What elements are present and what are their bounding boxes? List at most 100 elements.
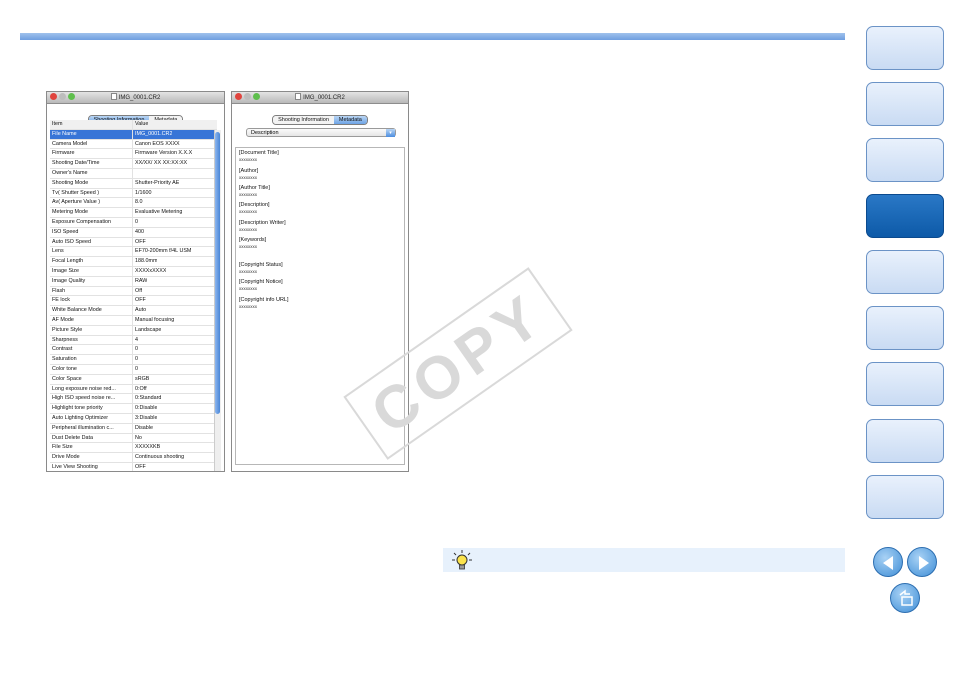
nav-tab-7[interactable] [866, 362, 944, 406]
metadata-field-label: [Keywords] [239, 237, 267, 243]
shooting-info-window: IMG_0001.CR2 Shooting Information Metada… [46, 91, 225, 472]
metadata-field-value[interactable]: xxxxxxxx [239, 209, 257, 214]
table-row[interactable]: AF Mode Manual focusing [50, 315, 217, 326]
table-row[interactable]: Dust Delete Data No [50, 433, 217, 444]
table-row[interactable]: Lens EF70-200mm f/4L USM [50, 247, 217, 258]
row-value-cell: Landscape [135, 326, 162, 333]
nav-tab-6[interactable] [866, 306, 944, 350]
table-row[interactable]: Focal Length 188.0mm [50, 257, 217, 267]
table-row[interactable]: FE lock OFF [50, 296, 217, 307]
nav-tab-1[interactable] [866, 26, 944, 70]
row-value-cell: Disable [135, 424, 153, 431]
row-value-cell: Auto [135, 307, 147, 314]
table-row[interactable]: Metering Mode Evaluative Metering [50, 208, 217, 218]
nav-tab-8[interactable] [866, 419, 944, 463]
metadata-field-value[interactable]: xxxxxxxx [239, 157, 257, 162]
row-item-cell: High ISO speed noise re... [50, 394, 133, 404]
nav-tab-5[interactable] [866, 250, 944, 294]
row-value-cell: XXXXXKB [135, 444, 161, 451]
table-row[interactable]: Shooting Date/Time XX/XX/ XX XX:XX:XX [50, 159, 217, 169]
table-row[interactable]: Image Size XXXXxXXXX [50, 266, 217, 277]
row-item-cell: Live View Shooting [50, 462, 133, 471]
table-row[interactable]: Shooting Mode Shutter-Priority AE [50, 178, 217, 189]
metadata-category-select[interactable]: Description ▾ [246, 128, 396, 137]
table-row[interactable]: Sharpness 4 [50, 335, 217, 346]
return-button[interactable] [890, 583, 920, 613]
table-row[interactable]: Firmware Firmware Version X.X.X [50, 149, 217, 160]
table-row[interactable]: Long exposure noise red... 0:Off [50, 384, 217, 395]
table-row[interactable]: Color Space sRGB [50, 374, 217, 385]
metadata-field-value[interactable]: xxxxxxxx [239, 175, 257, 180]
row-value-cell: 0:Disable [135, 405, 158, 412]
window-title: IMG_0001.CR2 [232, 93, 408, 101]
tab-metadata[interactable]: Metadata [333, 116, 367, 124]
table-row[interactable]: Av( Aperture Value ) 8.0 [50, 198, 217, 209]
column-header-item[interactable]: Item [50, 120, 133, 129]
table-row[interactable]: Image Quality RAW [50, 276, 217, 287]
table-row[interactable]: Picture Style Landscape [50, 325, 217, 336]
table-row[interactable]: Owner's Name [50, 168, 217, 179]
row-value-cell: sRGB [135, 375, 150, 382]
table-row[interactable]: Live View Shooting OFF [50, 462, 217, 471]
arrow-left-icon [883, 556, 893, 570]
column-header-value[interactable]: Value [133, 120, 148, 129]
document-icon [110, 93, 117, 100]
table-row[interactable]: File Name IMG_0001.CR2 [50, 129, 217, 140]
table-row[interactable]: File Size XXXXXKB [50, 443, 217, 454]
scrollbar-thumb[interactable] [215, 132, 220, 414]
row-item-cell: Firmware [50, 149, 133, 159]
metadata-field-label: [Author Title] [239, 185, 270, 191]
row-item-cell: Image Size [50, 266, 133, 276]
row-item-cell: Av( Aperture Value ) [50, 198, 133, 208]
window-title: IMG_0001.CR2 [47, 93, 224, 101]
nav-tab-4-active[interactable] [866, 194, 944, 238]
table-row[interactable]: White Balance Mode Auto [50, 306, 217, 316]
table-row[interactable]: Drive Mode Continuous shooting [50, 453, 217, 463]
row-item-cell: Exposure Compensation [50, 217, 133, 227]
row-item-cell: File Size [50, 443, 133, 453]
prev-page-button[interactable] [873, 547, 903, 577]
metadata-field-label: [Author] [239, 168, 259, 174]
table-row[interactable]: Exposure Compensation 0 [50, 217, 217, 228]
table-row[interactable]: Highlight tone priority 0:Disable [50, 404, 217, 414]
table-header: Item Value [50, 120, 217, 130]
metadata-field-value[interactable]: xxxxxxxx [239, 227, 257, 232]
row-value-cell: 0 [135, 218, 138, 225]
table-row[interactable]: Auto ISO Speed OFF [50, 237, 217, 248]
metadata-field-value[interactable]: xxxxxxxx [239, 244, 257, 249]
vertical-scrollbar[interactable] [214, 130, 221, 471]
next-page-button[interactable] [907, 547, 937, 577]
row-value-cell: Firmware Version X.X.X [135, 150, 193, 157]
hint-bar [443, 548, 845, 572]
shooting-info-table: Item Value File Name IMG_0001.CR2 Camera M… [50, 120, 217, 471]
row-value-cell: OFF [135, 463, 146, 470]
table-row[interactable]: High ISO speed noise re... 0:Standard [50, 394, 217, 405]
metadata-field-label: [Copyright Notice] [239, 279, 283, 285]
table-row[interactable]: Flash Off [50, 286, 217, 297]
table-row[interactable]: Color tone 0 [50, 364, 217, 375]
table-row[interactable]: Tv( Shutter Speed ) 1/1600 [50, 188, 217, 199]
table-row[interactable]: Contrast 0 [50, 345, 217, 356]
tab-shooting-information[interactable]: Shooting Information [273, 116, 334, 124]
table-row[interactable]: Camera Model Canon EOS XXXX [50, 139, 217, 150]
row-value-cell: Manual focusing [135, 316, 175, 323]
metadata-field-value[interactable]: xxxxxxxx [239, 192, 257, 197]
metadata-field-value[interactable]: xxxxxxxx [239, 286, 257, 291]
nav-tab-2[interactable] [866, 82, 944, 126]
table-row[interactable]: Auto Lighting Optimizer 3:Disable [50, 413, 217, 424]
nav-tab-9[interactable] [866, 475, 944, 519]
row-item-cell: AF Mode [50, 315, 133, 325]
table-row[interactable]: Peripheral illumination c... Disable [50, 423, 217, 434]
row-value-cell: 0:Off [135, 385, 147, 392]
metadata-field-value[interactable]: xxxxxxxx [239, 304, 257, 309]
nav-tab-3[interactable] [866, 138, 944, 182]
row-value-cell: Continuous shooting [135, 454, 185, 461]
metadata-field-value[interactable]: xxxxxxxx [239, 269, 257, 274]
row-item-cell: Color Space [50, 374, 133, 384]
row-value-cell: No [135, 434, 142, 441]
row-item-cell: Saturation [50, 355, 133, 364]
row-item-cell: Peripheral illumination c... [50, 423, 133, 433]
row-item-cell: Picture Style [50, 325, 133, 335]
table-row[interactable]: ISO Speed 400 [50, 227, 217, 238]
table-row[interactable]: Saturation 0 [50, 355, 217, 365]
